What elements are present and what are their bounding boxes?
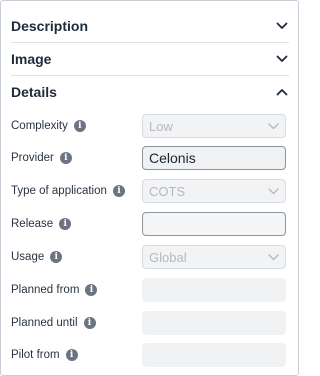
field-label: Planned from [11,284,80,296]
chevron-down-icon [268,187,279,195]
info-icon[interactable]: i [65,349,78,361]
field-label: Planned until [11,317,78,329]
usage-select[interactable]: Global [142,245,286,269]
info-icon[interactable]: i [83,317,96,329]
select-value: Global [149,249,187,265]
field-row-provider: Provider i Celonis [11,145,288,171]
field-label: Complexity [11,120,68,132]
section-image-header[interactable]: Image [11,43,289,75]
info-icon[interactable]: i [59,218,72,230]
field-row-complexity: Complexity i Low [11,113,288,139]
info-icon[interactable]: i [59,152,72,164]
chevron-down-icon [268,253,279,261]
select-value: Low [149,118,173,134]
input-value: Celonis [149,150,196,166]
field-label: Type of application [11,185,107,197]
field-row-release: Release i [11,211,288,237]
field-row-type-of-application: Type of application i COTS [11,178,288,204]
planned-from-date-field[interactable] [142,278,286,302]
chevron-down-icon[interactable] [275,19,289,33]
chevron-up-icon[interactable] [275,85,289,99]
pilot-from-date-field[interactable] [142,343,286,367]
type-of-application-select[interactable]: COTS [142,179,286,203]
section-title: Details [11,84,57,100]
info-icon[interactable]: i [50,251,63,263]
info-icon[interactable]: i [85,284,98,296]
chevron-down-icon[interactable] [275,52,289,66]
info-icon[interactable]: i [73,120,86,132]
field-row-planned-until: Planned until i [11,310,288,336]
field-row-usage: Usage i Global [11,244,288,270]
field-label: Usage [11,251,45,263]
field-row-planned-from: Planned from i [11,277,288,303]
field-label: Pilot from [11,349,60,361]
provider-input[interactable]: Celonis [142,146,286,170]
section-title: Description [11,18,89,34]
field-row-pilot-from: Pilot from i [11,342,288,368]
details-panel: Description Image Details Complexity i L… [0,0,299,376]
info-icon[interactable]: i [112,185,125,197]
complexity-select[interactable]: Low [142,114,286,138]
release-input[interactable] [142,212,286,236]
section-description-header[interactable]: Description [11,10,289,42]
field-label: Release [11,218,54,230]
select-value: COTS [149,183,186,199]
planned-until-date-field[interactable] [142,311,286,335]
field-label: Provider [11,152,54,164]
chevron-down-icon [268,122,279,130]
section-details-header[interactable]: Details [11,76,289,108]
section-title: Image [11,51,52,67]
